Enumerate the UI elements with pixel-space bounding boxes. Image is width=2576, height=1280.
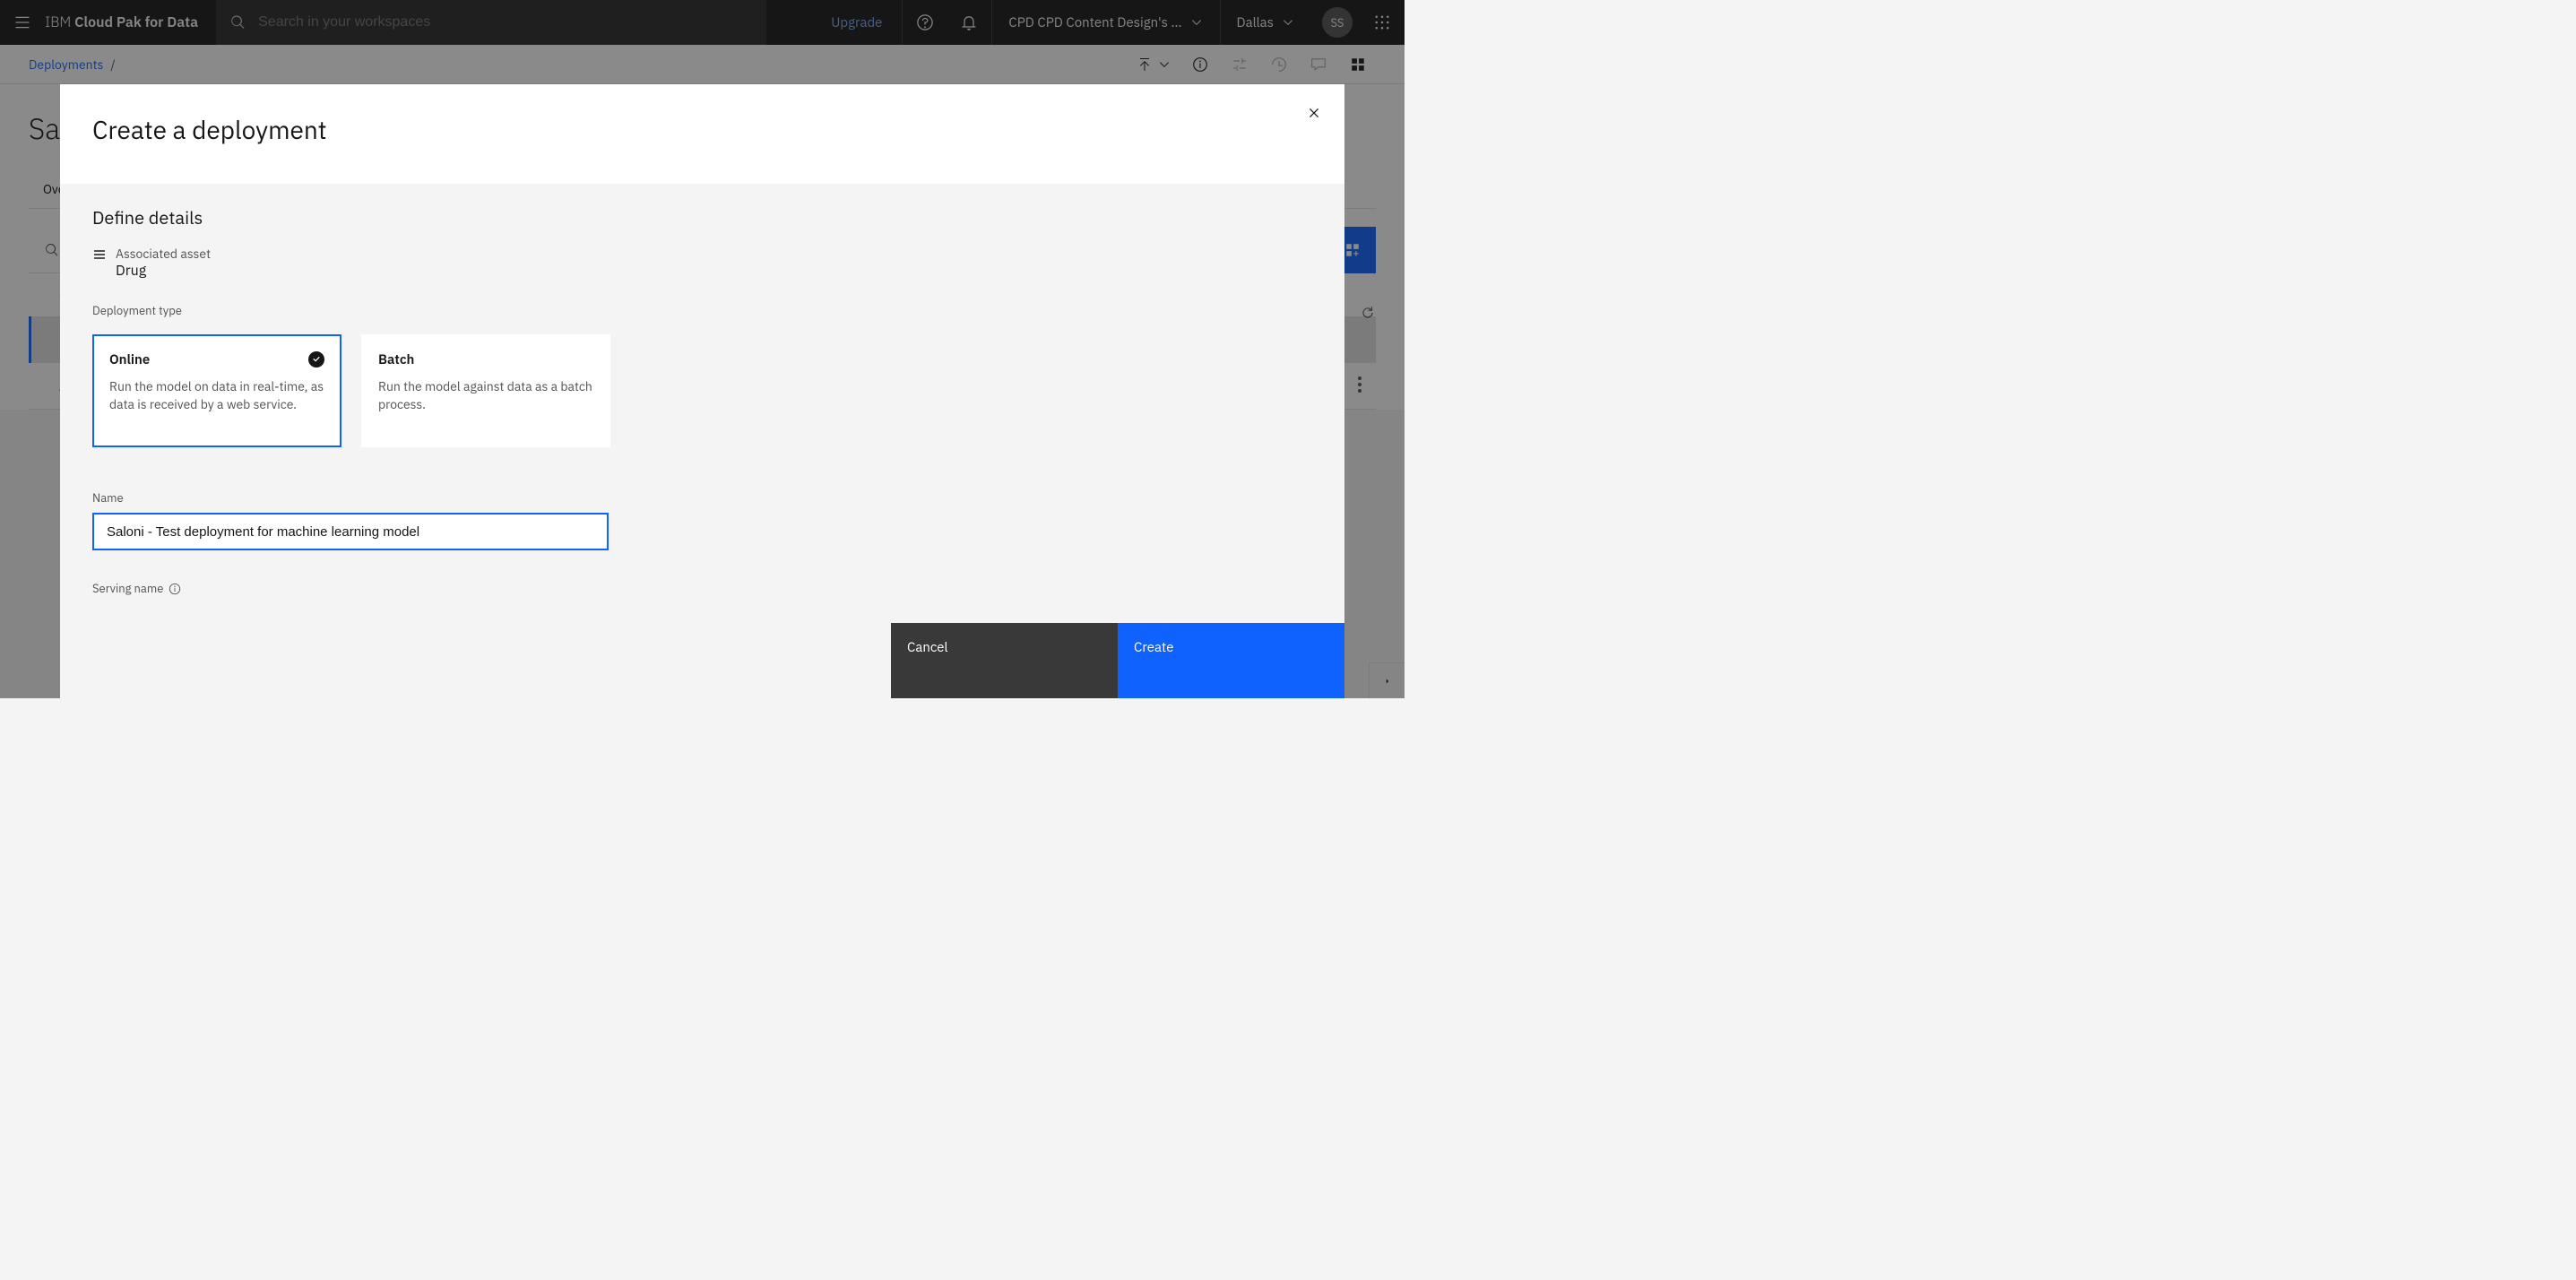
associated-asset-value: Drug [116,262,211,280]
close-icon [1305,104,1323,122]
tile-desc: Run the model against data as a batch pr… [378,377,593,414]
associated-asset: Associated asset Drug [92,246,1312,280]
tile-title: Batch [378,351,593,368]
modal-title: Create a deployment [92,113,1312,146]
serving-name-label: Serving name [92,581,1312,596]
name-label: Name [92,490,1312,506]
info-icon[interactable] [169,583,181,595]
close-button[interactable] [1300,99,1328,127]
associated-asset-label: Associated asset [116,246,211,262]
tile-desc: Run the model on data in real-time, as d… [109,377,324,414]
deployment-type-online[interactable]: Online Run the model on data in real-tim… [92,334,341,447]
create-deployment-modal: Create a deployment Define details Assoc… [60,84,1344,698]
cancel-button[interactable]: Cancel [891,623,1118,698]
deployment-type-batch[interactable]: Batch Run the model against data as a ba… [361,334,610,447]
section-title: Define details [92,184,1312,229]
deployment-type-label: Deployment type [92,303,1312,318]
name-input[interactable] [92,513,609,550]
create-button[interactable]: Create [1118,623,1344,698]
modal-footer: Cancel Create [60,623,1344,698]
check-icon [312,355,321,364]
asset-icon [92,247,107,262]
selected-indicator [308,351,324,368]
tile-title: Online [109,351,324,368]
